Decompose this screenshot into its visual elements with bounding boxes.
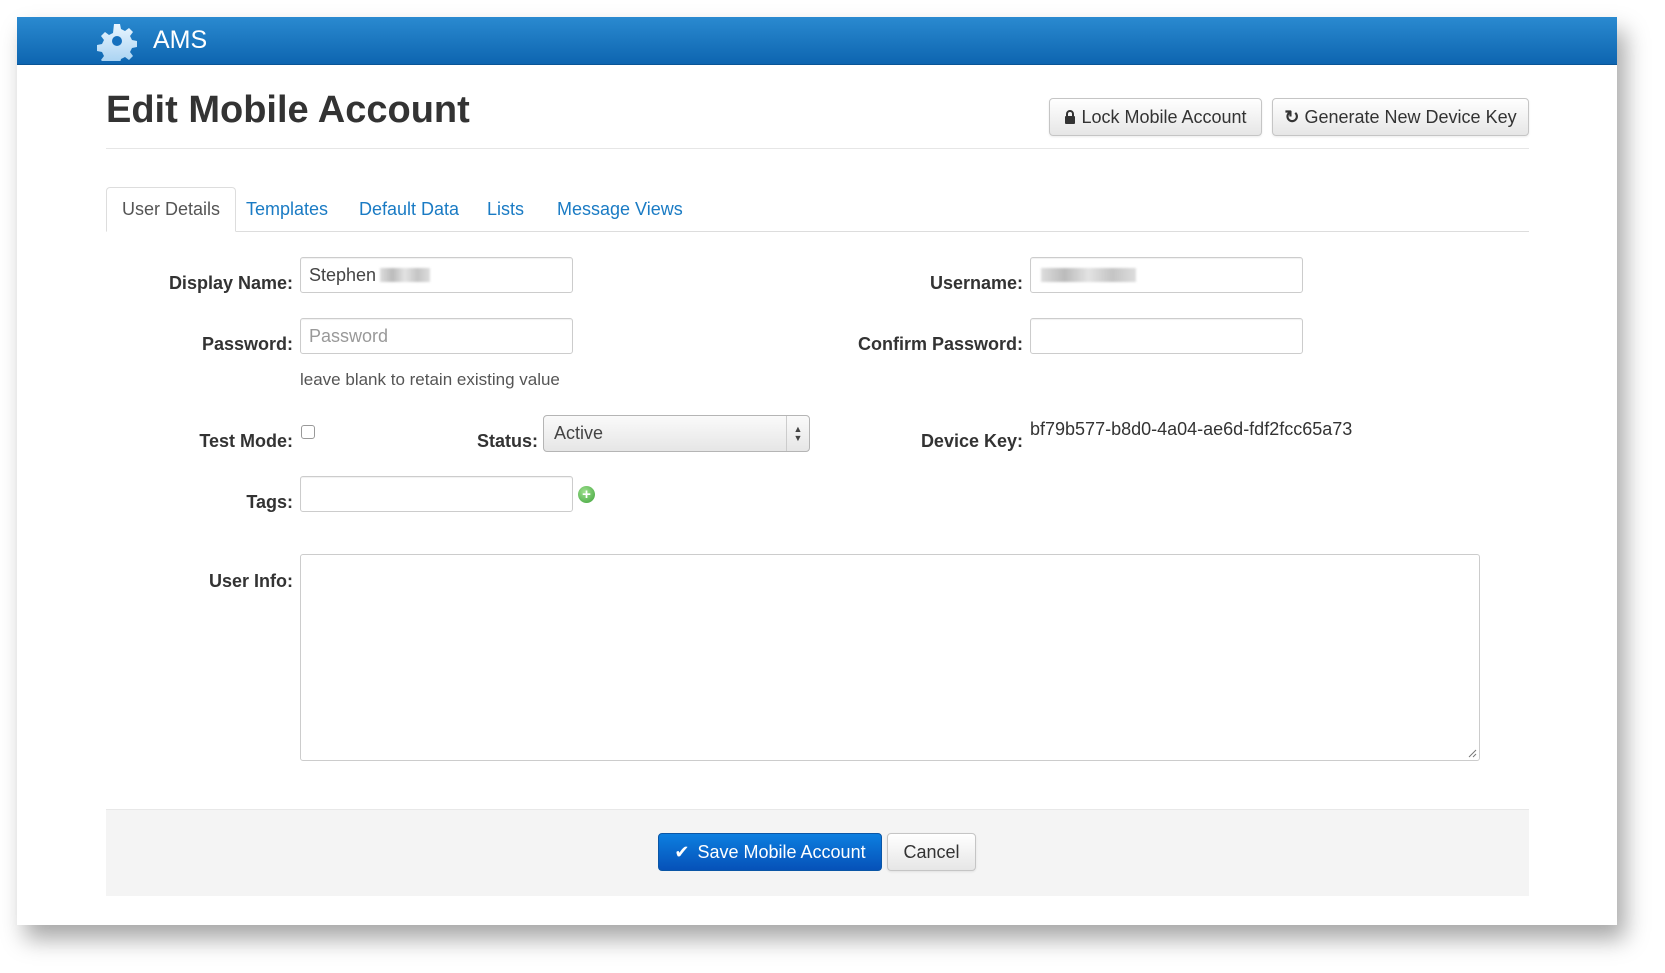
tab-label: User Details xyxy=(122,199,221,219)
save-button-label: Save Mobile Account xyxy=(697,841,866,862)
tab-templates[interactable]: Templates xyxy=(246,187,328,232)
gear-chat-icon[interactable] xyxy=(97,21,137,61)
lock-icon xyxy=(1065,110,1076,124)
generate-device-key-button[interactable]: ↻ Generate New Device Key xyxy=(1272,98,1529,136)
status-value: Active xyxy=(554,423,604,443)
username-input[interactable] xyxy=(1030,257,1303,293)
tags-input[interactable] xyxy=(300,476,573,512)
redacted-username xyxy=(1041,268,1136,282)
app-window: AMS Edit Mobile Account Lock Mobile Acco… xyxy=(17,17,1617,925)
status-select[interactable]: Active ▲ ▼ xyxy=(543,415,810,452)
confirm-password-label: Confirm Password: xyxy=(857,334,1023,354)
add-tag-icon[interactable]: + xyxy=(578,486,595,503)
display-name-label: Display Name: xyxy=(168,273,293,293)
tab-lists[interactable]: Lists xyxy=(487,187,524,232)
username-label: Username: xyxy=(929,273,1023,293)
lock-mobile-account-button[interactable]: Lock Mobile Account xyxy=(1049,98,1262,136)
generate-button-label: Generate New Device Key xyxy=(1304,106,1517,127)
top-navbar: AMS xyxy=(17,17,1617,65)
tab-default-data[interactable]: Default Data xyxy=(359,187,459,232)
device-key-value: bf79b577-b8d0-4a04-ae6d-fdf2fcc65a73 xyxy=(1030,419,1353,439)
save-mobile-account-button[interactable]: ✔ Save Mobile Account xyxy=(658,833,882,871)
password-placeholder: Password xyxy=(309,325,389,346)
tab-label: Lists xyxy=(487,199,525,219)
tab-user-details[interactable]: User Details xyxy=(106,187,237,232)
checkmark-icon: ✔ xyxy=(674,841,690,862)
password-label: Password: xyxy=(201,334,293,354)
cancel-button[interactable]: Cancel xyxy=(887,833,976,871)
user-info-label: User Info: xyxy=(208,571,293,591)
tags-label: Tags: xyxy=(246,492,293,512)
display-name-value: Stephen xyxy=(309,264,377,285)
select-arrows-icon: ▲ ▼ xyxy=(786,416,809,451)
status-label: Status: xyxy=(476,431,538,451)
resize-handle-icon[interactable] xyxy=(1468,749,1477,758)
user-info-textarea[interactable] xyxy=(300,554,1480,761)
app-name[interactable]: AMS xyxy=(153,26,207,55)
lock-button-label: Lock Mobile Account xyxy=(1081,106,1247,127)
tab-label: Message Views xyxy=(557,199,683,219)
refresh-icon: ↻ xyxy=(1284,106,1300,127)
tab-message-views[interactable]: Message Views xyxy=(557,187,683,232)
cancel-button-label: Cancel xyxy=(903,841,960,862)
password-input[interactable]: Password xyxy=(300,318,573,354)
password-hint: leave blank to retain existing value xyxy=(300,370,560,389)
display-name-input[interactable]: Stephen xyxy=(300,257,573,293)
test-mode-checkbox[interactable] xyxy=(301,425,315,439)
page-title: Edit Mobile Account xyxy=(106,89,470,131)
device-key-label: Device Key: xyxy=(920,431,1023,451)
tab-label: Templates xyxy=(246,199,329,219)
title-divider xyxy=(106,148,1529,149)
tab-label: Default Data xyxy=(359,199,460,219)
test-mode-label: Test Mode: xyxy=(199,431,293,451)
redacted-surname xyxy=(380,268,431,282)
confirm-password-input[interactable] xyxy=(1030,318,1303,354)
